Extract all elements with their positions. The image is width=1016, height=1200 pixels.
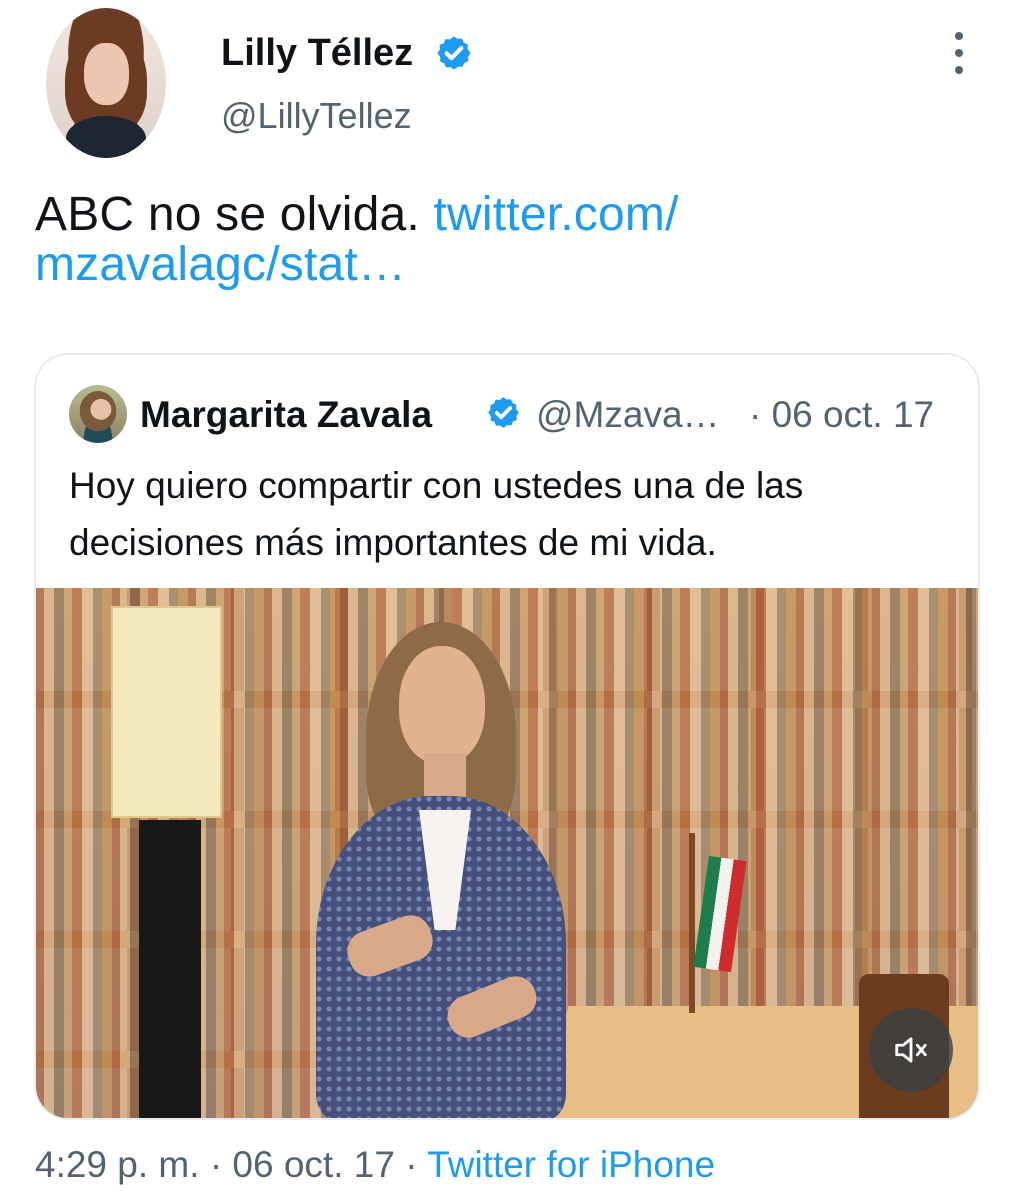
more-dot [955,49,963,57]
quoted-author-handle[interactable]: @Mzava… [536,393,726,437]
quoted-tweet-date[interactable]: · 06 oct. 17 [749,393,934,437]
tweet-source[interactable]: Twitter for iPhone [427,1144,715,1185]
tweet-text: ABC no se olvida. twitter.com/ mzavalagc… [35,190,985,290]
person-face [399,646,485,764]
tweet-metadata: 4:29 p. m. · 06 oct. 17 · Twitter for iP… [35,1143,715,1187]
avatar-shoulders [66,116,146,158]
tweet-text-prefix: ABC no se olvida. [35,188,434,241]
lamp-shade [111,606,222,818]
more-options-icon[interactable] [946,32,972,74]
more-dot [955,32,963,40]
lamp-post [139,820,201,1118]
more-dot [955,66,963,74]
video-player[interactable] [36,588,978,1118]
lilly-tellez-avatar[interactable] [46,8,166,158]
muted-speaker-icon[interactable] [869,1008,953,1092]
quoted-tweet-card[interactable]: Margarita Zavala @Mzava… · 06 oct. 17 Ho… [34,353,980,1120]
verified-badge-icon [488,397,519,428]
tweet-date[interactable]: 06 oct. 17 [232,1144,395,1185]
avatar-face [84,43,129,105]
separator: · [405,1144,418,1185]
quoted-tweet-text: Hoy quiero compartir con ustedes una de … [69,465,804,563]
author-name[interactable]: Lilly Téllez [221,29,413,77]
flag-pole [689,833,695,1013]
verified-badge-icon [437,36,471,70]
margarita-zavala-avatar[interactable] [69,385,127,443]
speaker-person [284,608,596,1118]
tweet-time[interactable]: 4:29 p. m. [35,1144,200,1185]
speaker-glyph [895,1037,927,1063]
author-handle[interactable]: @LillyTellez [221,92,412,140]
separator: · [209,1144,223,1185]
quoted-author-name[interactable]: Margarita Zavala [140,393,432,437]
